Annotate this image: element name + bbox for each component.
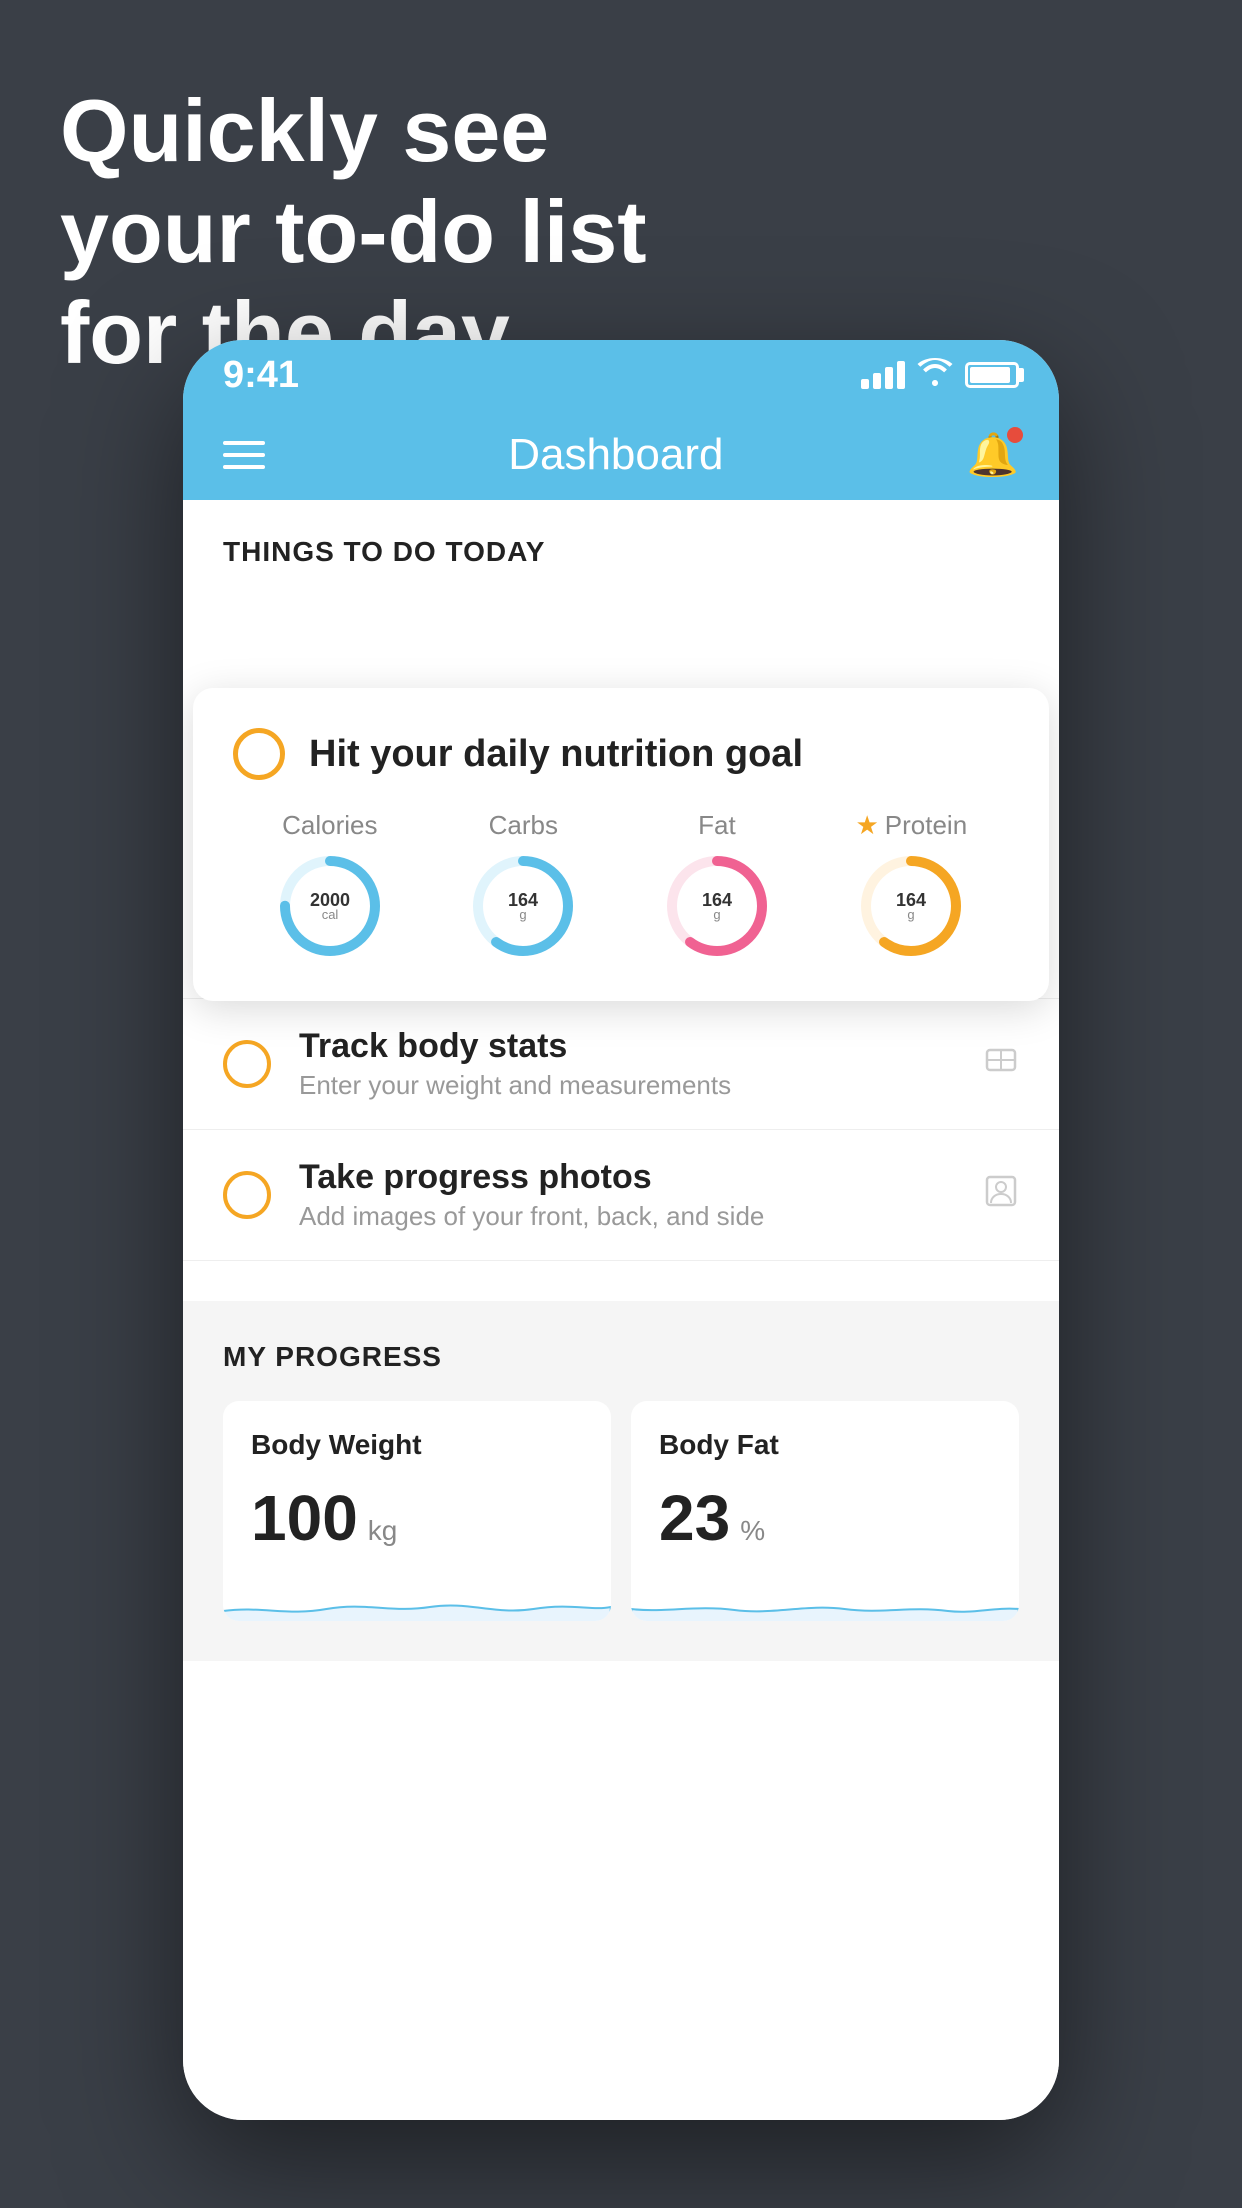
app-content: THINGS TO DO TODAY Hit your daily nutrit… [183, 500, 1059, 2120]
carbs-label: Carbs [489, 810, 558, 841]
body-fat-number: 23 [659, 1481, 730, 1555]
fat-ring: 164 g [662, 851, 772, 961]
nav-bar: Dashboard 🔔 [183, 410, 1059, 500]
nutrition-card: Hit your daily nutrition goal Calories 2… [193, 688, 1049, 1001]
body-fat-wave [631, 1571, 1019, 1621]
progress-header: MY PROGRESS [223, 1341, 1019, 1373]
scale-icon [983, 1042, 1019, 1087]
calories-ring: 2000 cal [275, 851, 385, 961]
notification-bell-icon[interactable]: 🔔 [967, 431, 1019, 480]
nutrition-check-circle[interactable] [233, 728, 285, 780]
battery-icon [965, 362, 1019, 388]
svg-text:g: g [520, 907, 527, 922]
body-fat-value: 23 % [659, 1481, 991, 1555]
phone-frame: 9:41 Dashboard 🔔 [183, 340, 1059, 2120]
nutrition-card-header: Hit your daily nutrition goal [233, 728, 1009, 780]
nutrition-rings: Calories 2000 cal Carbs [233, 810, 1009, 961]
protein-ring-item: ★ Protein 164 g [855, 810, 967, 961]
todo-title-progress-photos: Take progress photos [299, 1158, 955, 1197]
body-weight-value: 100 kg [251, 1481, 583, 1555]
status-icons [861, 357, 1019, 394]
todo-subtitle-body-stats: Enter your weight and measurements [299, 1070, 955, 1101]
body-weight-number: 100 [251, 1481, 358, 1555]
body-fat-card[interactable]: Body Fat 23 % [631, 1401, 1019, 1621]
svg-text:cal: cal [321, 907, 338, 922]
progress-cards: Body Weight 100 kg Body Fat 23 [223, 1401, 1019, 1621]
things-to-do-header: THINGS TO DO TODAY [183, 500, 1059, 588]
signal-icon [861, 361, 905, 389]
todo-text-body-stats: Track body stats Enter your weight and m… [299, 1027, 955, 1101]
body-weight-title: Body Weight [251, 1429, 583, 1461]
body-fat-unit: % [740, 1515, 765, 1547]
todo-item-progress-photos[interactable]: Take progress photos Add images of your … [183, 1130, 1059, 1261]
todo-circle-body-stats [223, 1040, 271, 1088]
hamburger-menu[interactable] [223, 441, 265, 469]
background-heading: Quickly see your to-do list for the day. [60, 80, 647, 384]
carbs-ring-item: Carbs 164 g [468, 810, 578, 961]
todo-circle-progress-photos [223, 1171, 271, 1219]
todo-subtitle-progress-photos: Add images of your front, back, and side [299, 1201, 955, 1232]
body-weight-card[interactable]: Body Weight 100 kg [223, 1401, 611, 1621]
status-bar: 9:41 [183, 340, 1059, 410]
todo-item-body-stats[interactable]: Track body stats Enter your weight and m… [183, 999, 1059, 1130]
fat-label: Fat [698, 810, 736, 841]
calories-ring-item: Calories 2000 cal [275, 810, 385, 961]
body-fat-title: Body Fat [659, 1429, 991, 1461]
person-icon [983, 1173, 1019, 1218]
fat-ring-item: Fat 164 g [662, 810, 772, 961]
protein-ring: 164 g [856, 851, 966, 961]
protein-label: ★ Protein [855, 810, 967, 841]
body-weight-wave [223, 1571, 611, 1621]
nutrition-title: Hit your daily nutrition goal [309, 733, 803, 776]
star-icon: ★ [855, 810, 878, 841]
carbs-ring: 164 g [468, 851, 578, 961]
wifi-icon [917, 357, 953, 394]
progress-section: MY PROGRESS Body Weight 100 kg [183, 1301, 1059, 1661]
todo-title-body-stats: Track body stats [299, 1027, 955, 1066]
svg-text:g: g [908, 907, 915, 922]
todo-text-progress-photos: Take progress photos Add images of your … [299, 1158, 955, 1232]
notification-dot [1007, 427, 1023, 443]
status-time: 9:41 [223, 354, 299, 397]
calories-label: Calories [282, 810, 377, 841]
body-weight-unit: kg [368, 1515, 398, 1547]
svg-text:g: g [713, 907, 720, 922]
nav-title: Dashboard [508, 430, 723, 480]
